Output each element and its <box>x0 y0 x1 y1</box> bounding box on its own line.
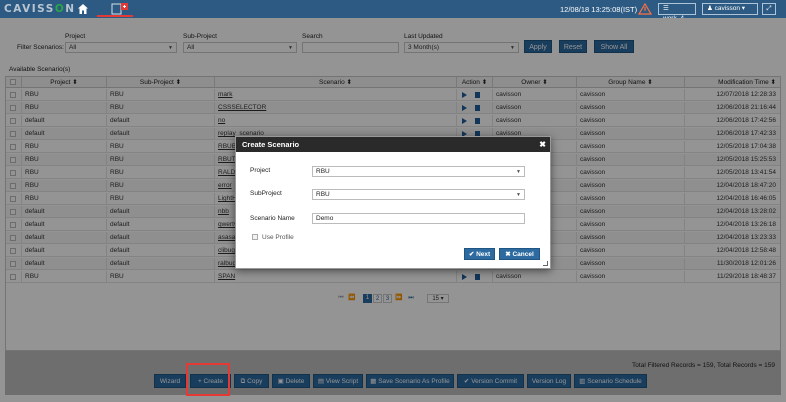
chevron-down-icon: ▼ <box>516 192 521 198</box>
subproject-label: SubProject <box>250 190 282 197</box>
dialog-title: Create Scenario <box>242 140 300 149</box>
resize-handle-icon[interactable] <box>543 261 548 266</box>
close-icon[interactable]: ✖ <box>539 137 546 152</box>
use-profile-checkbox[interactable] <box>252 234 258 240</box>
home-icon[interactable] <box>77 3 89 15</box>
scenario-name-label: Scenario Name <box>250 215 295 222</box>
top-bar: CAVISSON 12/08/18 13:25:08(IST) ☰ work_4… <box>0 0 786 22</box>
work-icon: ☰ <box>663 5 669 12</box>
work-button[interactable]: ☰ work_4 <box>658 3 696 22</box>
highlight-box <box>186 363 230 396</box>
project-select[interactable]: RBU ▼ <box>312 166 525 177</box>
expand-icon[interactable]: ⤢ <box>762 3 776 15</box>
user-icon: ♟ <box>707 5 713 12</box>
cancel-label: Cancel <box>512 251 534 258</box>
create-scenario-dialog: Create Scenario ✖ Project RBU ▼ SubProjec… <box>235 136 551 269</box>
cancel-button[interactable]: ✖ Cancel <box>499 248 540 260</box>
datetime-display: 12/08/18 13:25:08(IST) <box>560 5 638 14</box>
chevron-down-icon: ▾ <box>741 5 746 12</box>
cavisson-logo: CAVISSON <box>4 3 76 15</box>
subproject-select[interactable]: RBU ▼ <box>312 189 525 200</box>
close-icon: ✖ <box>505 251 511 258</box>
project-label: Project <box>250 167 271 174</box>
alert-icon[interactable] <box>637 2 653 15</box>
project-value: RBU <box>316 168 330 175</box>
next-label: Next <box>476 251 491 258</box>
chevron-down-icon: ▼ <box>516 169 521 175</box>
subproject-value: RBU <box>316 191 330 198</box>
dialog-header: Create Scenario ✖ <box>236 137 550 152</box>
user-menu-button[interactable]: ♟ cavisson ▾ <box>702 3 758 15</box>
user-label: cavisson <box>714 5 740 12</box>
scenario-name-input[interactable]: Demo <box>312 213 525 224</box>
use-profile-label: Use Profile <box>262 234 294 241</box>
check-icon: ✔ <box>468 251 475 258</box>
active-tab-underline <box>97 15 133 17</box>
scenario-tab-icon[interactable] <box>111 2 129 15</box>
next-button[interactable]: ✔ Next <box>464 248 495 260</box>
